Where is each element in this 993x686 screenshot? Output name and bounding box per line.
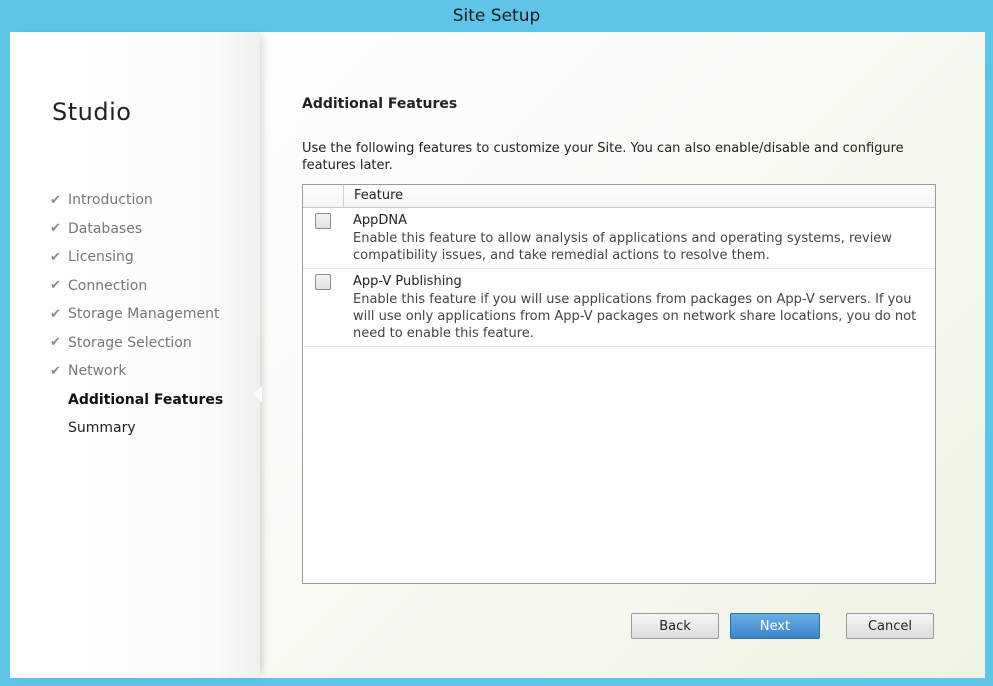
wizard-sidebar: Studio ✔ Introduction ✔ Databases ✔ Lice… [10, 32, 262, 678]
features-table: Feature AppDNA Enable this feature to al… [302, 184, 936, 584]
feature-name: AppDNA [353, 213, 408, 228]
check-icon: ✔ [50, 192, 61, 208]
step-additional-features: Additional Features [50, 386, 223, 415]
wizard-steps: ✔ Introduction ✔ Databases ✔ Licensing ✔… [50, 186, 223, 443]
check-icon: ✔ [50, 221, 61, 237]
appdna-checkbox[interactable] [315, 213, 331, 229]
table-header: Feature [303, 185, 935, 208]
step-label: Introduction [68, 192, 153, 209]
next-button[interactable]: Next [730, 613, 820, 639]
check-icon: ✔ [50, 306, 61, 322]
app-v-publishing-checkbox[interactable] [315, 274, 331, 290]
checkbox-column-header [303, 185, 344, 207]
step-connection: ✔ Connection [50, 272, 223, 301]
table-row[interactable]: App-V Publishing Enable this feature if … [303, 269, 935, 347]
step-label: Summary [68, 420, 136, 437]
check-icon: ✔ [50, 335, 61, 351]
site-setup-window: Studio ✔ Introduction ✔ Databases ✔ Lice… [10, 32, 985, 678]
check-icon: ✔ [50, 278, 61, 294]
step-storage-selection: ✔ Storage Selection [50, 329, 223, 358]
step-label: Licensing [68, 249, 134, 266]
feature-description: Enable this feature to allow analysis of… [353, 231, 892, 263]
current-step-pointer [254, 386, 262, 402]
step-label: Connection [68, 277, 148, 294]
back-button[interactable]: Back [631, 613, 719, 639]
page-description: Use the following features to customize … [302, 141, 904, 173]
step-network: ✔ Network [50, 357, 223, 386]
check-icon: ✔ [50, 249, 61, 265]
step-label: Storage Selection [68, 334, 192, 351]
check-icon: ✔ [50, 363, 61, 379]
step-label: Storage Management [68, 306, 220, 323]
step-label: Network [68, 363, 127, 380]
step-licensing: ✔ Licensing [50, 243, 223, 272]
feature-column-header[interactable]: Feature [344, 185, 403, 207]
step-summary: Summary [50, 414, 223, 443]
cancel-button[interactable]: Cancel [846, 613, 934, 639]
window-title: Site Setup [452, 6, 541, 26]
studio-brand: Studio [52, 98, 132, 126]
step-label: Databases [68, 220, 143, 237]
feature-description: Enable this feature if you will use appl… [353, 292, 917, 341]
step-databases: ✔ Databases [50, 215, 223, 244]
page-title: Additional Features [302, 96, 458, 112]
feature-name: App-V Publishing [353, 274, 462, 289]
step-introduction: ✔ Introduction [50, 186, 223, 215]
table-row[interactable]: AppDNA Enable this feature to allow anal… [303, 208, 935, 269]
step-label: Additional Features [68, 391, 224, 408]
step-storage-management: ✔ Storage Management [50, 300, 223, 329]
